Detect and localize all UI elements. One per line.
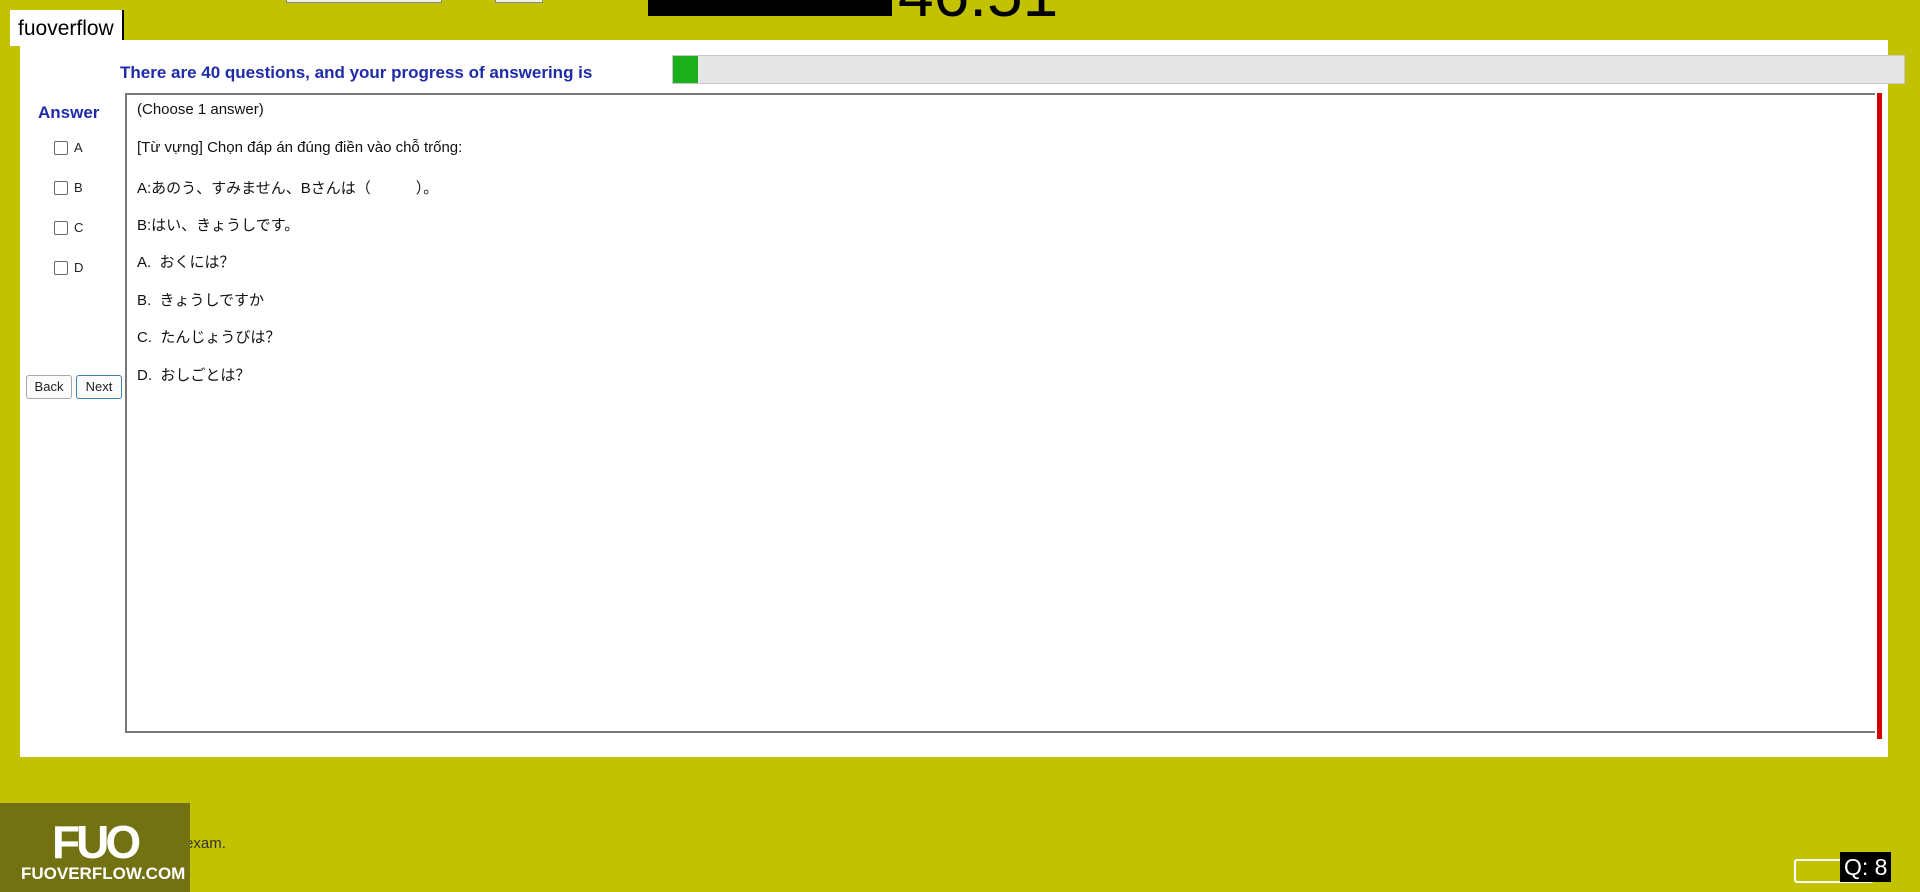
logo-watermark: FUO FUOVERFLOW.COM bbox=[0, 803, 190, 892]
option-d-label: D bbox=[74, 260, 84, 275]
back-button[interactable]: Back bbox=[26, 375, 72, 399]
top-input-field[interactable] bbox=[286, 0, 442, 3]
progress-bar bbox=[672, 55, 1905, 84]
timer-black-box bbox=[648, 0, 892, 16]
question-counter: Q: 8 bbox=[1840, 852, 1892, 882]
question-instruction: (Choose 1 answer) bbox=[137, 101, 264, 118]
scrollbar-indicator[interactable] bbox=[1877, 93, 1882, 739]
logo-text: FUOVERFLOW.COM bbox=[21, 864, 186, 883]
timer: 46:51 bbox=[898, 0, 1058, 26]
choice-d-text: D. おしごとは？ bbox=[137, 367, 251, 384]
answer-column: Answer A B C D Back Next bbox=[20, 40, 124, 757]
option-c[interactable]: C bbox=[54, 220, 83, 235]
option-b-label: B bbox=[74, 180, 83, 195]
logo-mark: FUO bbox=[52, 816, 141, 868]
choice-c-text: C. たんじょうびは？ bbox=[137, 329, 281, 346]
option-c-label: C bbox=[74, 220, 84, 235]
question-dialog-b: B:はい、きょうしです。 bbox=[137, 217, 300, 234]
checkbox-d[interactable] bbox=[54, 260, 68, 275]
exam-panel: There are 40 questions, and your progres… bbox=[20, 40, 1905, 757]
question-content[interactable]: (Choose 1 answer) [Từ vựng] Chọn đáp án … bbox=[125, 93, 1875, 733]
question-prompt: [Từ vựng] Chọn đáp án đúng điền vào chỗ … bbox=[137, 139, 463, 156]
top-small-input[interactable] bbox=[495, 0, 543, 3]
checkbox-b[interactable] bbox=[54, 180, 68, 195]
option-b[interactable]: B bbox=[54, 180, 83, 195]
answer-title: Answer bbox=[38, 103, 100, 122]
question-dialog-a: A:あのう、すみません、Bさんは（ ）。 bbox=[137, 180, 439, 197]
checkbox-a[interactable] bbox=[54, 140, 68, 155]
option-a[interactable]: A bbox=[54, 140, 83, 155]
progress-fill bbox=[673, 56, 698, 83]
option-a-label: A bbox=[74, 140, 83, 155]
checkbox-c[interactable] bbox=[54, 220, 68, 235]
option-d[interactable]: D bbox=[54, 260, 83, 275]
choice-b-text: B. きょうしですか bbox=[137, 292, 265, 309]
choice-a-text: A. おくには？ bbox=[137, 254, 235, 271]
next-button[interactable]: Next bbox=[76, 375, 122, 399]
progress-label: There are 40 questions, and your progres… bbox=[120, 63, 593, 82]
